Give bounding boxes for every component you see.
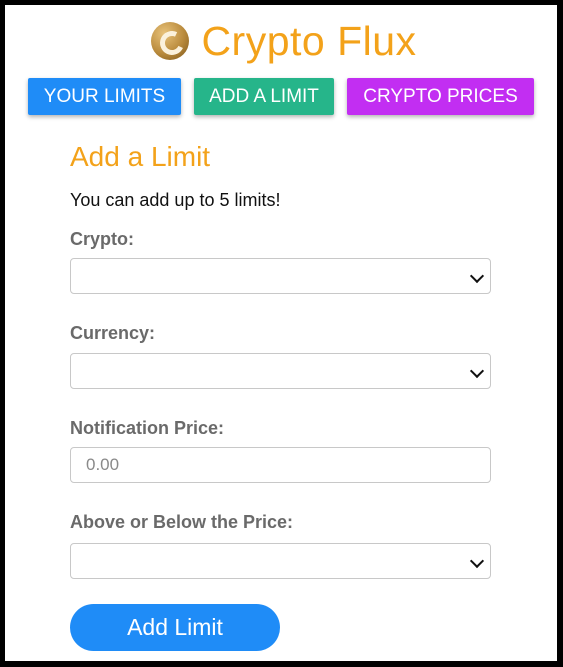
brand-header: Crypto Flux <box>5 17 557 64</box>
notification-price-label: Notification Price: <box>70 418 225 438</box>
crypto-select[interactable] <box>70 258 491 294</box>
limit-info-text: You can add up to 5 limits! <box>70 190 281 210</box>
nav-your-limits-button[interactable]: YOUR LIMITS <box>28 78 181 115</box>
nav-crypto-prices-button[interactable]: CRYPTO PRICES <box>347 78 534 115</box>
chevron-down-icon <box>469 268 485 284</box>
app-frame: Crypto Flux YOUR LIMITS ADD A LIMIT CRYP… <box>5 5 557 661</box>
currency-select[interactable] <box>70 353 491 389</box>
direction-label: Above or Below the Price: <box>70 512 294 532</box>
direction-select[interactable] <box>70 543 491 579</box>
add-limit-button[interactable]: Add Limit <box>70 604 280 651</box>
crypto-label: Crypto: <box>70 229 134 249</box>
app-title: Crypto Flux <box>201 17 417 64</box>
chevron-down-icon <box>469 363 485 379</box>
notification-price-input[interactable] <box>70 447 491 483</box>
currency-label: Currency: <box>70 323 156 343</box>
chevron-down-icon <box>469 553 485 569</box>
form-title: Add a Limit <box>70 141 211 172</box>
crypto-coin-icon <box>151 22 190 60</box>
main-nav: YOUR LIMITS ADD A LIMIT CRYPTO PRICES <box>5 78 557 116</box>
nav-add-a-limit-button[interactable]: ADD A LIMIT <box>194 78 334 115</box>
